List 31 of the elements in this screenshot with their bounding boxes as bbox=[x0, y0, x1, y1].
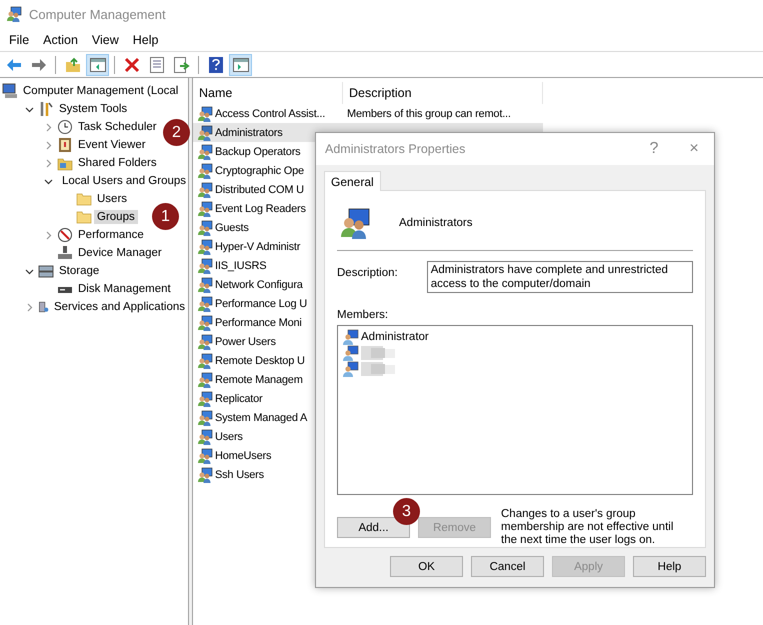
group-name: Replicator bbox=[215, 392, 263, 404]
group-name: Performance Log U bbox=[215, 298, 307, 310]
step-badge: 2 bbox=[163, 119, 190, 146]
group-name: Users bbox=[215, 430, 243, 442]
group-name: Guests bbox=[215, 222, 249, 234]
group-description: Members of this group can remot... bbox=[347, 108, 511, 120]
group-name: Remote Desktop U bbox=[215, 354, 305, 366]
group-name: Cryptographic Ope bbox=[215, 164, 304, 176]
group-name: Power Users bbox=[215, 336, 276, 348]
members-label: Members: bbox=[337, 308, 390, 321]
group-name: Distributed COM U bbox=[215, 184, 304, 196]
dialog-title: Administrators Properties bbox=[325, 142, 466, 156]
group-name: Remote Managem bbox=[215, 374, 303, 386]
step-badge: 1 bbox=[152, 203, 179, 230]
group-name: Backup Operators bbox=[215, 146, 300, 158]
group-name: Event Log Readers bbox=[215, 202, 306, 214]
group-name: HomeUsers bbox=[215, 450, 272, 462]
group-name: Administrators bbox=[215, 126, 282, 138]
group-name: Network Configura bbox=[215, 278, 303, 290]
group-name: Access Control Assist... bbox=[215, 108, 326, 120]
group-name: Administrators bbox=[399, 217, 472, 230]
group-name: Ssh Users bbox=[215, 468, 264, 480]
group-name: Hyper-V Administr bbox=[215, 240, 300, 252]
window-title: Computer Management bbox=[29, 6, 166, 22]
description-label: Description: bbox=[337, 266, 399, 281]
group-name: Performance Moni bbox=[215, 316, 302, 328]
member-name: Administrator bbox=[361, 330, 429, 343]
step-badge: 3 bbox=[393, 498, 420, 525]
group-name: System Managed A bbox=[215, 412, 308, 424]
membership-note: Changes to a user's group membership are not effective until the next time the user logs on. bbox=[501, 508, 674, 547]
group-name: IIS_IUSRS bbox=[215, 260, 266, 272]
